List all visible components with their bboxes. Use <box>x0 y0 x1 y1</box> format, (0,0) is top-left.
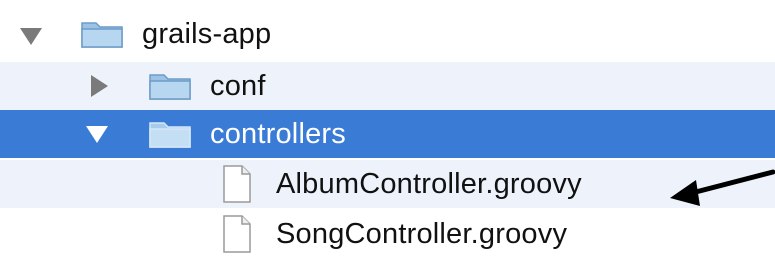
tree-item-label: AlbumController.groovy <box>276 168 582 200</box>
document-icon <box>223 215 251 253</box>
disclosure-expanded-icon[interactable] <box>86 126 108 143</box>
arrow-icon <box>670 169 775 206</box>
file-tree: grails-app conf controllers AlbumControl… <box>0 0 775 261</box>
tree-row-grails-app[interactable]: grails-app <box>0 10 775 58</box>
tree-item-label: conf <box>210 70 266 102</box>
document-icon <box>223 165 251 203</box>
disclosure-expanded-icon[interactable] <box>20 28 42 45</box>
folder-icon <box>149 74 191 100</box>
tree-row-conf[interactable]: conf <box>0 62 775 110</box>
folder-icon <box>149 122 191 148</box>
disclosure-collapsed-icon[interactable] <box>91 75 108 97</box>
folder-icon <box>81 22 123 48</box>
tree-item-label: controllers <box>210 118 346 150</box>
tree-item-label: SongController.groovy <box>276 218 568 250</box>
tree-item-label: grails-app <box>142 18 272 50</box>
